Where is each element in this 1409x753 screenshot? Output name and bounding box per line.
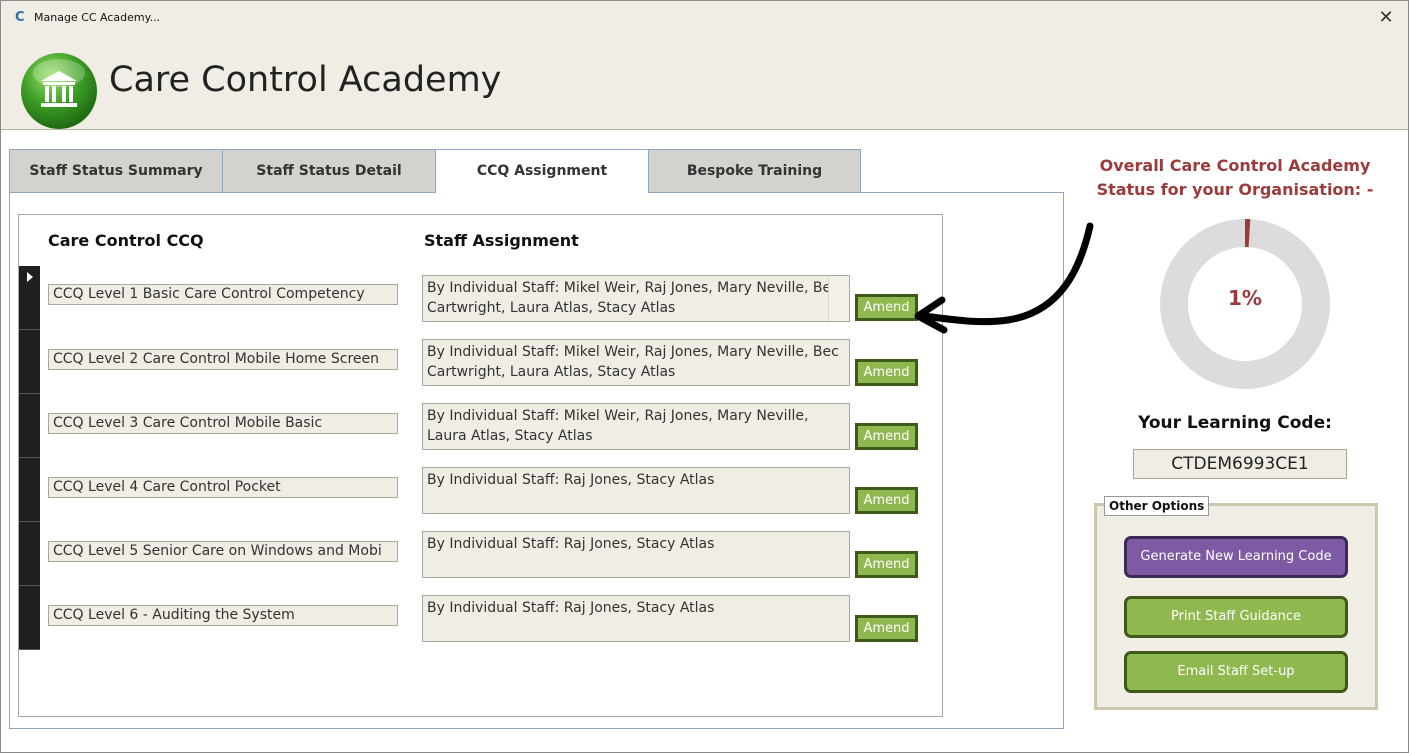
app-logo-icon: C [15, 10, 25, 25]
tab-ccq-assignment[interactable]: CCQ Assignment [435, 149, 649, 193]
record-selector[interactable] [19, 330, 40, 394]
learning-code-label: Your Learning Code: [1138, 413, 1332, 433]
staff-assignment-field[interactable]: By Individual Staff: Mikel Weir, Raj Jon… [422, 339, 850, 386]
amend-button[interactable]: Amend [855, 359, 918, 386]
staff-assignment-field[interactable]: By Individual Staff: Mikel Weir, Raj Jon… [422, 403, 850, 450]
current-record-arrow-icon [27, 272, 33, 282]
record-selector[interactable] [19, 458, 40, 522]
academy-building-icon [21, 53, 97, 129]
status-percent: 1% [1228, 286, 1262, 310]
close-button[interactable]: ✕ [1374, 5, 1398, 31]
staff-assignment-field[interactable]: By Individual Staff: Raj Jones, Stacy At… [422, 467, 850, 514]
amend-button[interactable]: Amend [855, 615, 918, 642]
staff-assignment-field[interactable]: By Individual Staff: Raj Jones, Stacy At… [422, 595, 850, 642]
generate-learning-code-button[interactable]: Generate New Learning Code [1124, 536, 1348, 578]
tab-staff-status-detail[interactable]: Staff Status Detail [222, 149, 436, 192]
ccq-name-field[interactable]: CCQ Level 4 Care Control Pocket [48, 477, 398, 498]
ccq-name-field[interactable]: CCQ Level 1 Basic Care Control Competenc… [48, 284, 398, 305]
app-header: Care Control Academy [1, 38, 1408, 130]
email-staff-setup-button[interactable]: Email Staff Set-up [1124, 651, 1348, 693]
other-options-legend: Other Options [1104, 496, 1210, 516]
staff-assignment-field[interactable]: By Individual Staff: Mikel Weir, Raj Jon… [422, 275, 850, 322]
ccq-name-field[interactable]: CCQ Level 6 - Auditing the System [48, 605, 398, 626]
amend-button[interactable]: Amend [855, 551, 918, 578]
amend-button[interactable]: Amend [855, 487, 918, 514]
record-selector[interactable] [19, 394, 40, 458]
title-bar: C Manage CC Academy... ✕ [1, 1, 1408, 38]
tab-staff-status-summary[interactable]: Staff Status Summary [9, 149, 223, 192]
print-staff-guidance-button[interactable]: Print Staff Guidance [1124, 596, 1348, 638]
amend-button[interactable]: Amend [855, 423, 918, 450]
ccq-name-field[interactable]: CCQ Level 2 Care Control Mobile Home Scr… [48, 349, 398, 370]
ccq-name-field[interactable]: CCQ Level 3 Care Control Mobile Basic [48, 413, 398, 434]
column-header-ccq: Care Control CCQ [48, 231, 204, 250]
app-title: Care Control Academy [109, 60, 502, 100]
record-selector[interactable] [19, 586, 40, 650]
record-selector-current[interactable] [19, 266, 40, 330]
window-title: Manage CC Academy... [34, 11, 161, 24]
ccq-name-field[interactable]: CCQ Level 5 Senior Care on Windows and M… [48, 541, 398, 562]
column-header-staff-assignment: Staff Assignment [424, 231, 579, 250]
overall-status-title: Overall Care Control Academy Status for … [1096, 156, 1374, 199]
learning-code-field[interactable]: CTDEM6993CE1 [1133, 449, 1347, 479]
annotation-arrow-icon [914, 222, 1094, 334]
staff-assignment-field[interactable]: By Individual Staff: Raj Jones, Stacy At… [422, 531, 850, 578]
record-selector[interactable] [19, 522, 40, 586]
tab-bespoke-training[interactable]: Bespoke Training [648, 149, 861, 192]
